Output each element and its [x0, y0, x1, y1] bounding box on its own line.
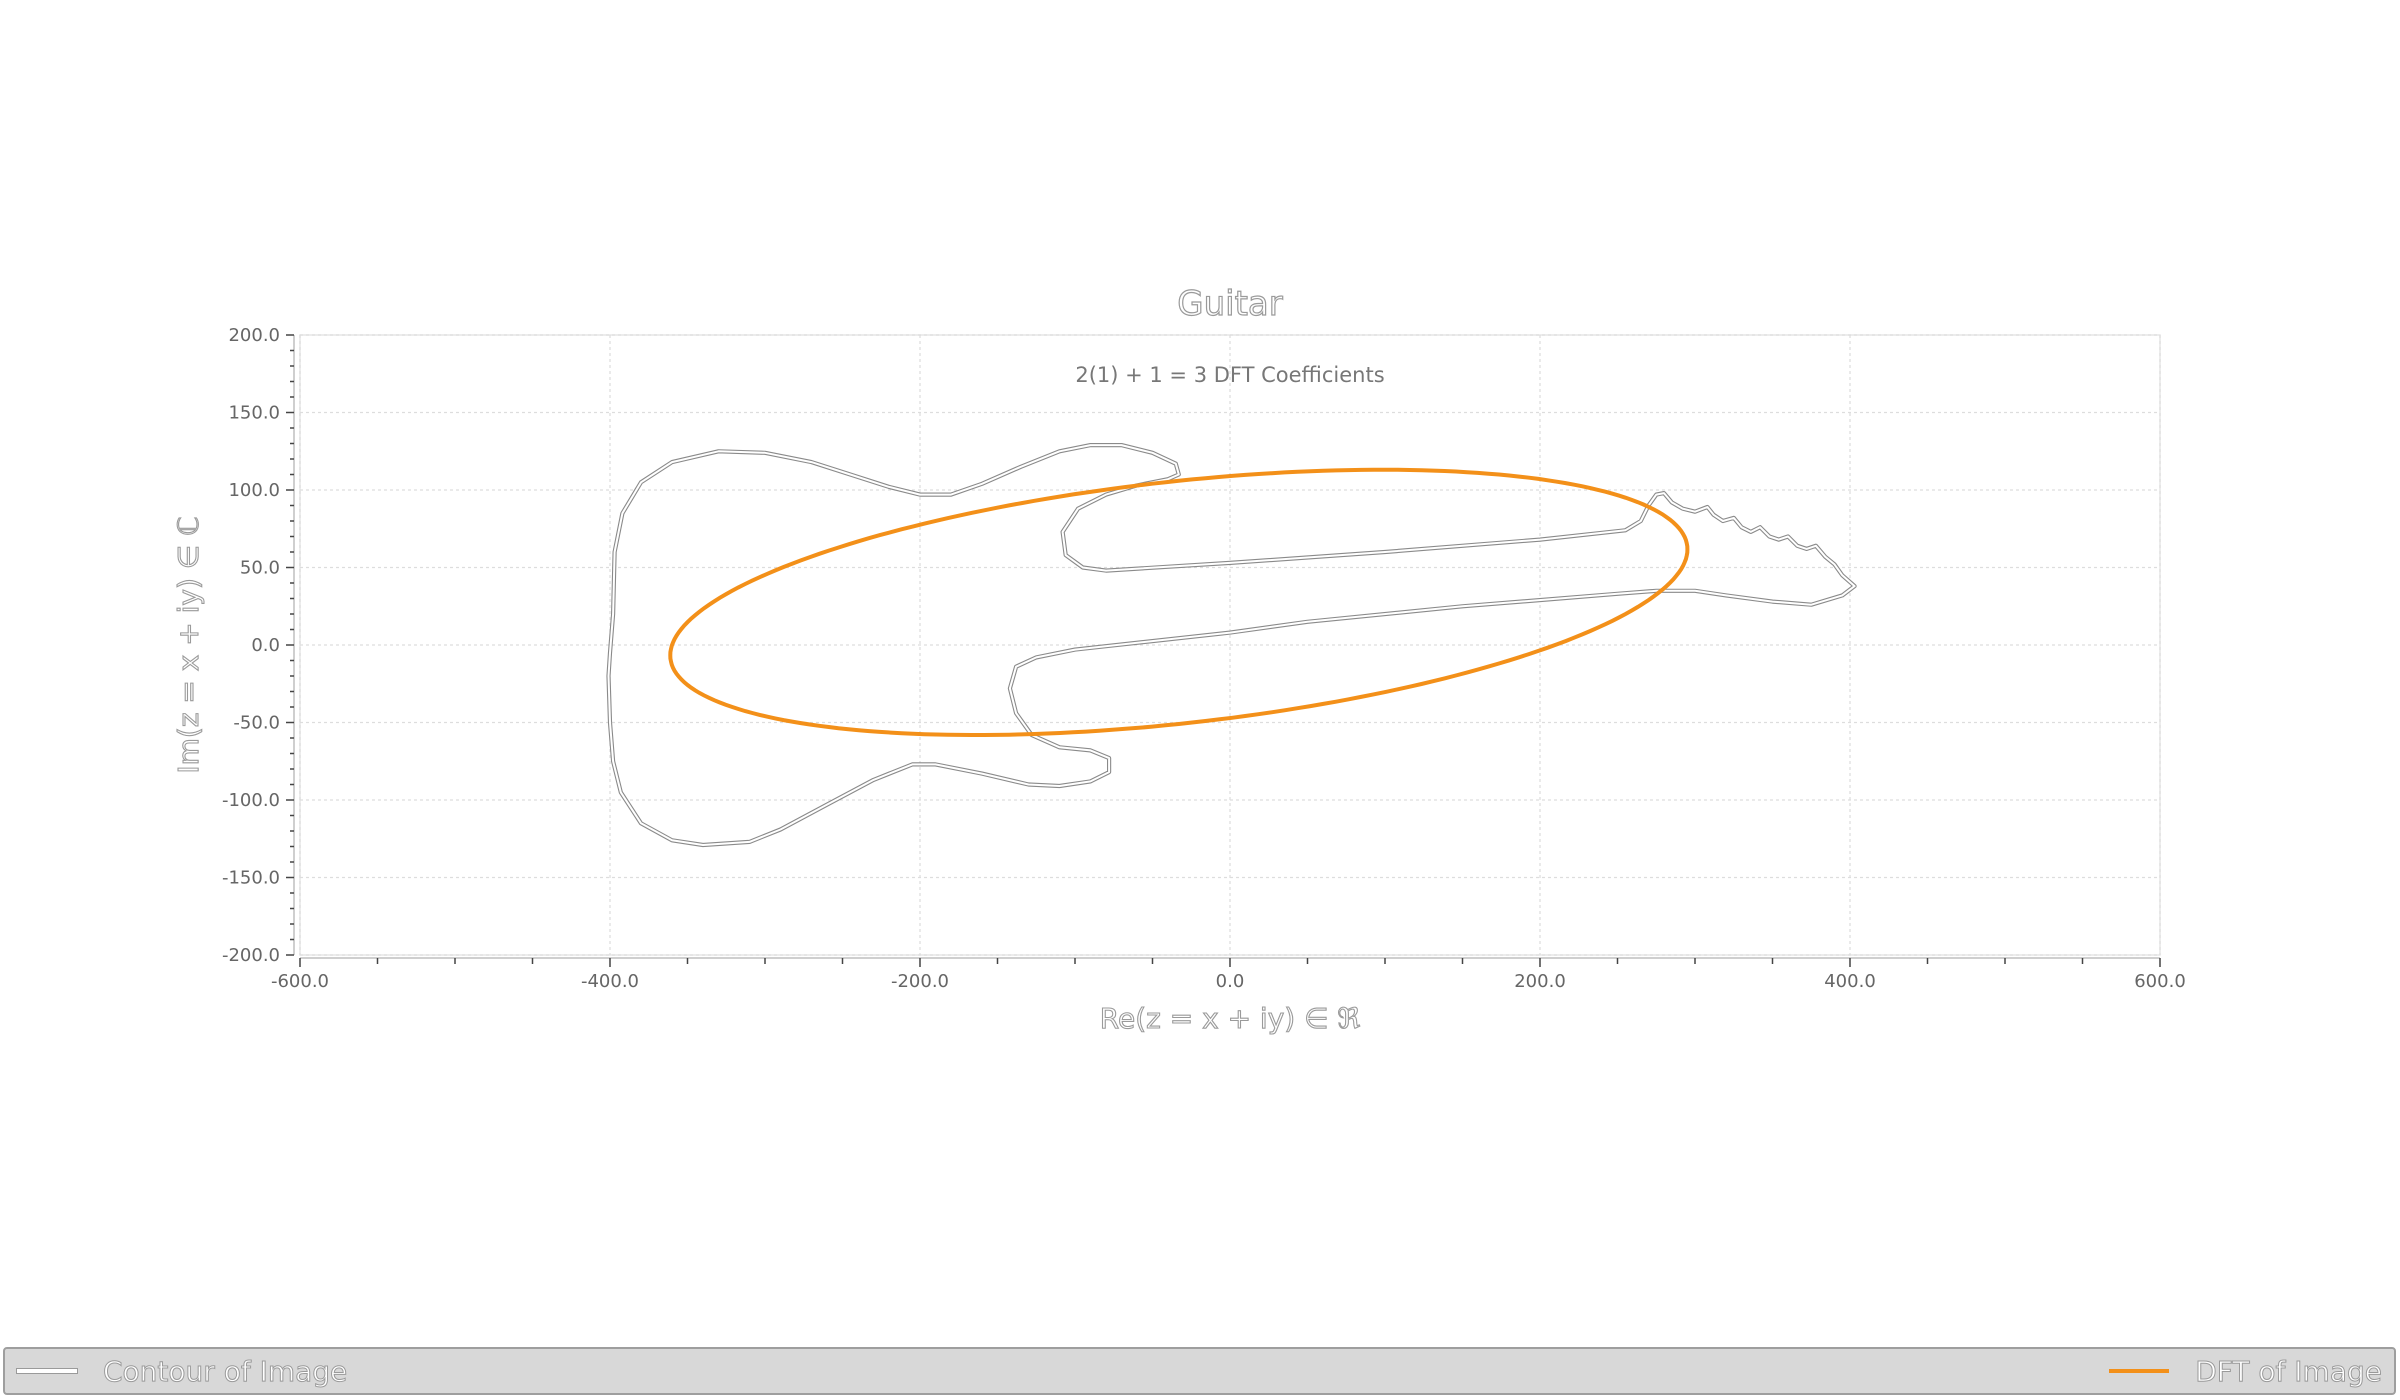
x-tick-label: 0.0 — [1216, 971, 1245, 992]
x-tick-label: -200.0 — [891, 971, 949, 992]
legend-label-dft: DFT of Image — [2195, 1354, 2383, 1388]
x-tick-label: 400.0 — [1824, 971, 1876, 992]
legend-swatch-dft — [2109, 1369, 2170, 1373]
y-tick-label: -200.0 — [222, 945, 280, 966]
y-tick-label: 0.0 — [251, 635, 280, 656]
x-axis-title: Re(z = x + iy) ∈ ℜ — [1100, 1002, 1361, 1035]
y-tick-label: -100.0 — [222, 790, 280, 811]
y-tick-label: 100.0 — [228, 480, 280, 501]
x-tick-label: 600.0 — [2134, 971, 2186, 992]
x-tick-label: -400.0 — [581, 971, 639, 992]
y-tick-label: 200.0 — [228, 325, 280, 346]
grid — [299, 334, 2161, 956]
y-tick-label: -50.0 — [233, 713, 280, 734]
axes: -600.0 -400.0 -200.0 0.0 200.0 400.0 600.0 200.… — [222, 325, 2186, 992]
chart-title: Guitar — [1177, 284, 1283, 324]
legend: Contour of Image DFT of Image — [3, 1347, 2396, 1395]
x-tick-label: -600.0 — [271, 971, 329, 992]
legend-swatch-contour — [17, 1369, 77, 1373]
chart-subtitle: 2(1) + 1 = 3 DFT Coefficients — [1075, 363, 1384, 387]
legend-item-contour[interactable]: Contour of Image — [17, 1349, 348, 1393]
y-tick-label: 50.0 — [240, 558, 280, 579]
chart: -600.0 -400.0 -200.0 0.0 200.0 400.0 600.0 200.… — [171, 283, 2186, 1035]
legend-label-contour: Contour of Image — [102, 1354, 348, 1388]
legend-item-dft[interactable]: DFT of Image — [2109, 1349, 2382, 1393]
y-axis-title: Im(z = x + iy) ∈ ℂ — [172, 516, 205, 773]
x-tick-label: 200.0 — [1514, 971, 1566, 992]
y-tick-label: 150.0 — [228, 403, 280, 424]
y-tick-label: -150.0 — [222, 868, 280, 889]
